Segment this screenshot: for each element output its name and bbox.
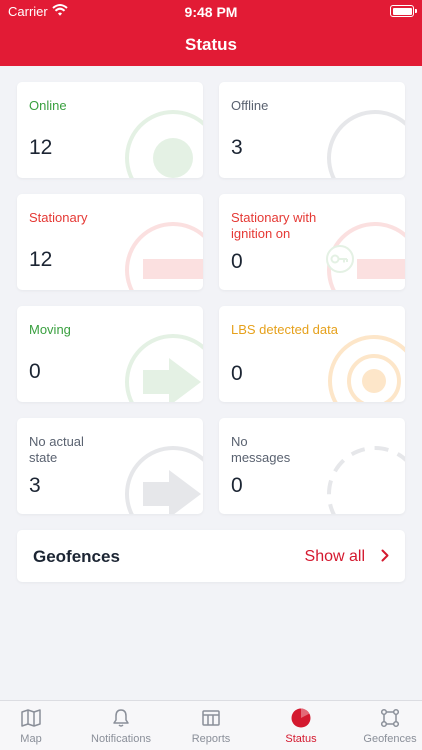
stationary-icon: [125, 222, 203, 290]
tab-label: Map: [20, 733, 42, 745]
bell-icon: [113, 709, 129, 727]
card-label: No messages: [231, 434, 291, 465]
tab-reports[interactable]: Reports: [169, 701, 253, 750]
card-label: Stationary: [29, 210, 88, 225]
status-card-no-messages[interactable]: No messages 0: [219, 418, 405, 514]
tab-notifications[interactable]: Notifications: [79, 701, 163, 750]
ignition-key-icon: [326, 222, 405, 290]
online-circle-icon: [125, 110, 203, 178]
tab-label: Notifications: [91, 733, 151, 745]
card-count: 3: [231, 136, 243, 159]
status-card-stationary[interactable]: Stationary 12: [17, 194, 203, 290]
card-count: 12: [29, 136, 53, 159]
moving-arrow-icon: [125, 334, 203, 402]
reports-icon: [202, 710, 220, 726]
status-card-online[interactable]: Online 12: [17, 82, 203, 178]
card-count: 3: [29, 474, 41, 497]
lbs-signal-icon: [328, 335, 405, 402]
card-label: Online: [29, 98, 67, 113]
tab-geofences[interactable]: Geofences: [348, 701, 422, 750]
card-count: 0: [231, 362, 243, 385]
tab-label: Reports: [191, 733, 231, 745]
tab-label: Status: [285, 733, 317, 745]
card-label: No actual state: [29, 434, 84, 465]
card-label: LBS detected data: [231, 322, 338, 337]
status-card-stationary-ignition[interactable]: Stationary with ignition on 0: [219, 194, 405, 290]
page-title: Status: [185, 35, 237, 54]
status-pie-icon: [291, 708, 311, 728]
offline-circle-icon: [327, 110, 405, 178]
card-count: 0: [231, 250, 243, 273]
card-label: Stationary with ignition on: [231, 210, 317, 241]
card-count: 0: [29, 360, 41, 383]
card-label: Offline: [231, 98, 269, 113]
status-bar: Carrier 9:48 PM: [0, 0, 422, 24]
no-messages-dashed-icon: [327, 446, 405, 514]
card-count: 0: [231, 474, 243, 497]
tab-map[interactable]: Map: [0, 701, 73, 750]
card-count: 12: [29, 248, 53, 271]
nav-bar: Status: [0, 24, 422, 66]
tab-status[interactable]: Status: [259, 701, 343, 750]
tab-label: Geofences: [363, 733, 417, 745]
geofences-title: Geofences: [33, 547, 120, 566]
chevron-right-icon[interactable]: [381, 549, 389, 562]
geofence-icon: [380, 708, 400, 728]
geofences-row[interactable]: Geofences Show all: [17, 530, 405, 582]
status-card-no-actual-state[interactable]: No actual state 3: [17, 418, 203, 514]
clock-time: 9:48 PM: [184, 4, 238, 20]
no-state-arrow-icon: [125, 446, 203, 514]
status-card-lbs[interactable]: LBS detected data 0: [219, 306, 405, 402]
battery-icon: [390, 5, 417, 17]
card-label: Moving: [29, 322, 71, 337]
status-card-moving[interactable]: Moving 0: [17, 306, 203, 402]
show-all-link[interactable]: Show all: [305, 548, 365, 566]
status-card-offline[interactable]: Offline 3: [219, 82, 405, 178]
tab-bar: Map Notifications Reports Status Geofenc…: [0, 700, 422, 750]
map-icon: [21, 709, 41, 727]
